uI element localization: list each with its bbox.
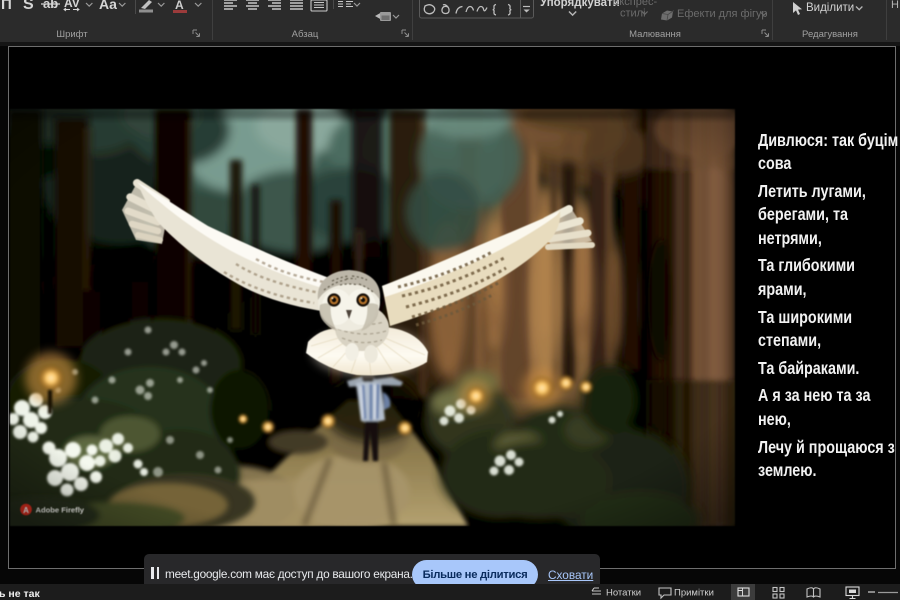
svg-text:П: П <box>1 0 12 13</box>
svg-text:стилі: стилі <box>620 8 646 20</box>
svg-text:Ефекти для фігур: Ефекти для фігур <box>677 8 768 20</box>
svg-text:Виділити: Виділити <box>806 2 854 14</box>
svg-text:Н: Н <box>891 0 899 11</box>
svg-text:Нотатки: Нотатки <box>606 588 641 599</box>
svg-text:Примітки: Примітки <box>674 588 714 599</box>
svg-text:Шрифт: Шрифт <box>56 29 88 40</box>
svg-text:S: S <box>23 0 34 13</box>
svg-text:Aa: Aa <box>99 0 117 12</box>
svg-text:Абзац: Абзац <box>292 29 319 40</box>
svg-text:Редагування: Редагування <box>802 29 858 40</box>
svg-text:Малювання: Малювання <box>629 29 681 40</box>
svg-text:ab: ab <box>43 0 58 11</box>
svg-text:Упорядкувати: Упорядкувати <box>540 0 620 9</box>
